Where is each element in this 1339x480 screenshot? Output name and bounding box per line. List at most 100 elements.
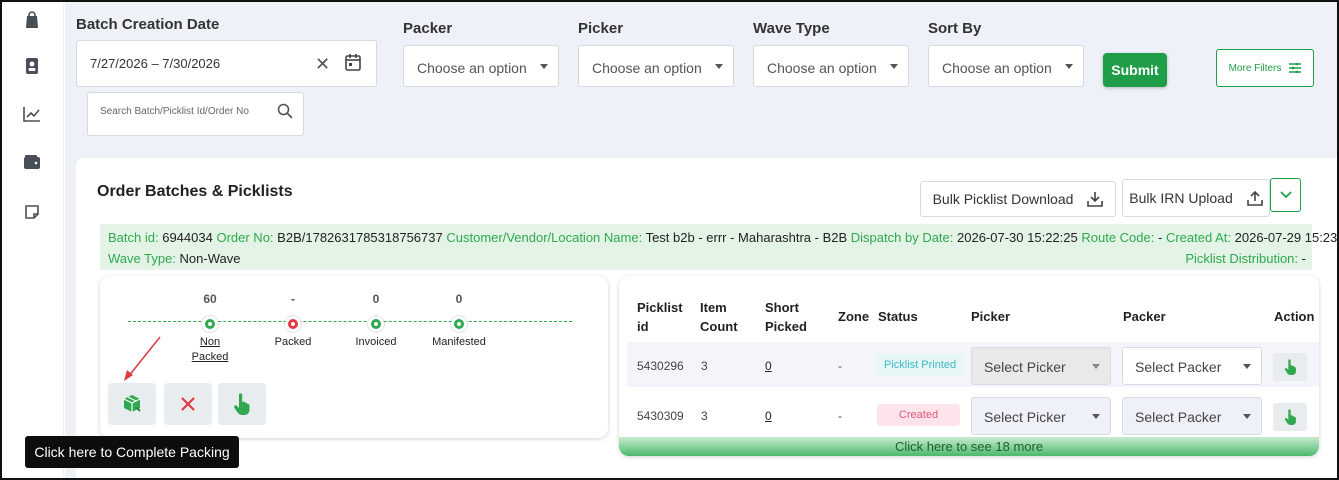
header-packer: Packer xyxy=(1123,309,1166,324)
picklist-distribution: Picklist Distribution: - xyxy=(1185,251,1306,266)
stage-name[interactable]: Non xyxy=(165,335,255,350)
caret-down-icon xyxy=(890,64,898,69)
stage-dot xyxy=(368,316,384,332)
picklist-id-cell: 5430296 xyxy=(637,359,684,373)
row-action-button[interactable] xyxy=(1273,353,1307,381)
complete-packing-button[interactable] xyxy=(108,383,156,425)
batch-id-key: Batch id: xyxy=(108,230,159,245)
caret-down-icon xyxy=(1092,364,1100,369)
bulk-irn-upload-button[interactable]: Bulk IRN Upload xyxy=(1122,179,1270,217)
stage-packed: - Packed xyxy=(248,292,338,350)
item-count-cell: 3 xyxy=(701,359,708,373)
close-icon xyxy=(181,397,195,411)
table-row: 5430296 3 0 - Picklist Printed Select Pi… xyxy=(627,342,1319,387)
stage-count: 60 xyxy=(203,292,217,306)
cancel-button[interactable] xyxy=(164,383,212,425)
pointer-hand-icon xyxy=(1284,409,1296,425)
picklist-id-cell: 5430309 xyxy=(637,409,684,423)
shopping-bag-icon[interactable] xyxy=(22,10,42,30)
short-picked-link[interactable]: 0 xyxy=(765,409,772,423)
created-at-value: 2026-07-29 15:23:11 xyxy=(1234,230,1339,245)
more-filters-button[interactable]: More Filters xyxy=(1216,49,1314,87)
header-picker: Picker xyxy=(971,309,1011,324)
submit-button[interactable]: Submit xyxy=(1103,53,1167,87)
batch-creation-date-label: Batch Creation Date xyxy=(76,16,220,33)
pointer-hand-icon xyxy=(1284,359,1296,375)
route-code-value: - xyxy=(1157,230,1163,245)
search-input[interactable] xyxy=(100,106,270,117)
expand-toggle-button[interactable] xyxy=(1270,178,1301,212)
dispatch-key: Dispatch by Date: xyxy=(850,230,954,245)
stage-name: Invoiced xyxy=(355,336,397,348)
header-status: Status xyxy=(878,309,918,324)
item-count-cell: 3 xyxy=(701,409,708,423)
complete-packing-tooltip: Click here to Complete Packing xyxy=(25,436,239,468)
date-range-value: 7/27/2026 – 7/30/2026 xyxy=(90,56,221,71)
bulk-picklist-download-button[interactable]: Bulk Picklist Download xyxy=(920,181,1116,217)
route-code-key: Route Code: xyxy=(1081,230,1155,245)
bulk-picklist-download-label: Bulk Picklist Download xyxy=(932,191,1074,207)
wallet-icon[interactable] xyxy=(22,152,42,172)
picker-select[interactable]: Select Picker xyxy=(971,397,1111,435)
wave-type-filter-label: Wave Type xyxy=(753,20,830,37)
chevron-down-icon xyxy=(1279,191,1292,199)
stage-count: 0 xyxy=(455,292,463,306)
bulk-irn-upload-label: Bulk IRN Upload xyxy=(1129,190,1233,206)
picker-select[interactable]: Select Picker xyxy=(971,347,1111,385)
header-text: Count xyxy=(700,319,738,334)
stage-count: 0 xyxy=(372,292,380,306)
customer-key: Customer/Vendor/Location Name: xyxy=(446,230,643,245)
row-action-button[interactable] xyxy=(1273,403,1307,431)
zone-cell: - xyxy=(838,409,842,423)
created-at-key: Created At: xyxy=(1165,230,1231,245)
date-range-picker[interactable]: 7/27/2026 – 7/30/2026 ✕ xyxy=(76,40,377,87)
header-action: Action xyxy=(1274,309,1315,324)
main-content: Batch Creation Date 7/27/2026 – 7/30/202… xyxy=(65,2,1339,478)
stage-name-line-2[interactable]: Packed xyxy=(165,350,255,365)
wave-type-select-value: Choose an option xyxy=(767,60,877,76)
stage-dot xyxy=(451,316,467,332)
wave-type-value: Non-Wave xyxy=(179,251,241,266)
picker-select-value: Choose an option xyxy=(592,60,702,76)
calendar-icon[interactable] xyxy=(345,53,361,76)
stage-count: - xyxy=(291,292,295,306)
zone-cell: - xyxy=(838,359,842,373)
table-row: 5430309 3 0 - Created Select Picker Sele… xyxy=(627,392,1319,437)
search-icon[interactable] xyxy=(277,103,293,124)
picker-select[interactable]: Choose an option xyxy=(578,45,734,87)
wave-type-key: Wave Type: xyxy=(108,251,176,266)
analytics-chart-icon[interactable] xyxy=(22,104,42,124)
short-picked-link[interactable]: 0 xyxy=(765,359,772,373)
batch-info-row-1: Batch id: 6944034 Order No: B2B/17826317… xyxy=(108,230,1339,245)
picklist-table-panel: Picklist id Item Count Short Picked Zone… xyxy=(619,276,1319,456)
dispatch-value: 2026-07-30 15:22:25 xyxy=(957,230,1078,245)
wave-type-select[interactable]: Choose an option xyxy=(753,45,909,87)
batch-id-value: 6944034 xyxy=(162,230,213,245)
contact-book-icon[interactable] xyxy=(22,56,42,76)
clear-icon[interactable]: ✕ xyxy=(315,54,330,75)
picklist-distribution-key: Picklist Distribution: xyxy=(1185,251,1299,266)
stage-invoiced: 0 Invoiced xyxy=(331,292,421,350)
status-badge: Created xyxy=(877,404,960,426)
pointer-hand-icon xyxy=(234,393,250,415)
packer-select[interactable]: Select Packer xyxy=(1122,397,1262,435)
sort-by-select[interactable]: Choose an option xyxy=(928,45,1084,87)
header-text: Picked xyxy=(765,319,807,334)
header-zone: Zone xyxy=(838,309,870,324)
order-batches-card: Order Batches & Picklists Bulk Picklist … xyxy=(76,158,1339,478)
stage-non-packed[interactable]: 60 Non Packed xyxy=(165,292,255,365)
upload-icon xyxy=(1246,190,1263,206)
filter-lines-icon xyxy=(1289,63,1302,73)
annotation-arrow xyxy=(124,336,161,381)
packer-select[interactable]: Choose an option xyxy=(403,45,559,87)
see-more-link[interactable]: Click here to see 18 more xyxy=(619,437,1319,456)
sticky-note-icon[interactable] xyxy=(22,202,42,222)
picklist-distribution-value: - xyxy=(1301,251,1306,266)
package-box-icon xyxy=(123,395,141,412)
picker-select-value: Select Picker xyxy=(984,359,1066,375)
stage-dot xyxy=(202,316,218,332)
order-no-value: B2B/1782631785318756737 xyxy=(277,230,443,245)
order-no-key: Order No: xyxy=(216,230,274,245)
packer-select[interactable]: Select Packer xyxy=(1122,347,1262,385)
assign-action-button[interactable] xyxy=(218,383,266,425)
